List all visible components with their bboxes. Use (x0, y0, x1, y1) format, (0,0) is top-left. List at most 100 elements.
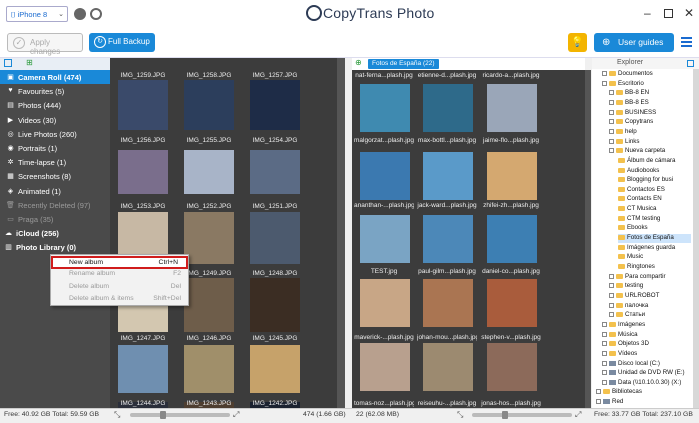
device-select[interactable]: ⌷ iPhone 8 ⌄ (6, 6, 68, 22)
explorer-tree-item[interactable]: Bibliotecas (596, 388, 691, 397)
photo-thumbnail[interactable] (487, 152, 537, 200)
explorer-tree-item[interactable]: testing (609, 282, 691, 291)
sidebar-item[interactable]: ▭ Praga (35) (0, 212, 110, 226)
apply-changes-button[interactable]: ✓ Apply changes (7, 33, 83, 56)
photo-thumbnail[interactable] (360, 152, 410, 200)
collapse-explorer-icon[interactable] (687, 60, 694, 67)
explorer-tree-item[interactable]: Para compartir (609, 273, 691, 282)
photo-thumbnail[interactable] (360, 84, 410, 132)
sidebar-item[interactable]: ◉ Portraits (1) (0, 141, 110, 155)
expand-toggle-icon[interactable] (609, 273, 614, 279)
tips-button[interactable]: 💡 (568, 33, 587, 52)
explorer-tree-item[interactable]: help (609, 128, 691, 137)
explorer-tree-item[interactable]: Música (602, 331, 691, 340)
sidebar-item[interactable]: ▣ Camera Roll (474) (0, 70, 110, 84)
explorer-tree-item[interactable]: Red (596, 398, 691, 407)
expand-toggle-icon[interactable] (609, 109, 614, 115)
photo-thumbnail[interactable] (423, 84, 473, 132)
explorer-tree-item[interactable]: Contacts EN (618, 195, 691, 204)
explorer-tree-item[interactable]: Nueva carpeta (609, 147, 691, 156)
photo-thumbnail[interactable] (250, 80, 300, 130)
explorer-tree-item[interactable]: Ringtones (618, 263, 691, 272)
album-grid-scrollbar[interactable] (585, 70, 591, 408)
expand-toggle-icon[interactable] (609, 292, 614, 298)
expand-toggle-icon[interactable] (602, 80, 607, 86)
photo-thumbnail[interactable] (487, 84, 537, 132)
explorer-tree-item[interactable]: Documentos (602, 70, 691, 79)
explorer-tree-item[interactable]: Imágenes (602, 321, 691, 330)
photo-thumbnail[interactable] (250, 278, 300, 332)
explorer-tree-item[interactable]: Data (\\10.10.0.30) (X:) (602, 379, 691, 388)
sidebar-item[interactable]: ▶ Videos (30) (0, 113, 110, 127)
explorer-tree-item[interactable]: BB-8 EN (609, 89, 691, 98)
album-thumbnail-slider[interactable] (472, 411, 572, 419)
expand-toggle-icon[interactable] (609, 119, 614, 125)
close-button[interactable]: ✕ (684, 6, 694, 20)
explorer-tree-item[interactable]: Статьи (609, 311, 691, 320)
sidebar-item[interactable]: ▤ Photos (444) (0, 98, 110, 112)
add-photo-icon[interactable]: ⊕ (355, 58, 362, 67)
explorer-tree-item[interactable]: Escritorio (602, 80, 691, 89)
photo-thumbnail[interactable] (423, 343, 473, 391)
zoom-out-icon[interactable]: ⤡ (114, 410, 120, 420)
explorer-tree-item[interactable]: палочка (609, 302, 691, 311)
photo-thumbnail[interactable] (487, 279, 537, 327)
photo-thumbnail[interactable] (360, 343, 410, 391)
photo-thumbnail[interactable] (184, 80, 234, 130)
photo-thumbnail[interactable] (184, 212, 234, 264)
album-zoom-out-icon[interactable]: ⤡ (457, 410, 463, 420)
full-backup-button[interactable]: ↻ Full Backup (89, 33, 155, 52)
explorer-tree-item[interactable]: CT Musica (618, 205, 691, 214)
photo-thumbnail[interactable] (250, 345, 300, 393)
explorer-scrollbar[interactable] (693, 69, 699, 408)
sidebar-item[interactable]: ☁ iCloud (256) (0, 226, 110, 240)
expand-toggle-icon[interactable] (609, 99, 614, 105)
expand-toggle-icon[interactable] (602, 379, 607, 385)
expand-toggle-icon[interactable] (609, 90, 614, 96)
photo-grid-scrollbar[interactable] (337, 58, 345, 408)
photo-thumbnail[interactable] (423, 152, 473, 200)
expand-toggle-icon[interactable] (609, 312, 614, 318)
expand-toggle-icon[interactable] (609, 138, 614, 144)
hamburger-menu-icon[interactable] (681, 37, 692, 47)
explorer-tree-item[interactable]: Imágenes guarda (618, 244, 691, 253)
expand-toggle-icon[interactable] (609, 148, 614, 154)
photo-thumbnail[interactable] (250, 150, 300, 194)
add-album-icon[interactable]: ⊞ (26, 58, 33, 67)
photo-thumbnail[interactable] (250, 212, 300, 264)
photo-thumbnail[interactable] (118, 345, 168, 393)
sidebar-item[interactable]: ▥ Photo Library (0) (0, 240, 110, 254)
refresh-icon[interactable] (90, 8, 102, 20)
context-menu-item[interactable]: Delete album & items Shift+Del (51, 293, 188, 305)
photo-thumbnail[interactable] (487, 215, 537, 263)
explorer-tree-item[interactable]: Unidad de DVD RW (E:) (602, 369, 691, 378)
explorer-tree-item[interactable]: URLROBOT (609, 292, 691, 301)
sidebar-item[interactable]: ✲ Time-lapse (1) (0, 155, 110, 169)
sidebar-item[interactable]: ◈ Animated (1) (0, 184, 110, 198)
user-guides-button[interactable]: ⊕ User guides (594, 33, 674, 52)
explorer-tree-item[interactable]: CTM testing (618, 215, 691, 224)
photo-thumbnail[interactable] (423, 279, 473, 327)
explorer-tree-item[interactable]: Fotos de España (618, 234, 691, 244)
explorer-tree-item[interactable]: Objetos 3D (602, 340, 691, 349)
zoom-in-icon[interactable]: ⤢ (233, 410, 239, 420)
minimize-button[interactable]: – (644, 6, 651, 20)
sidebar-item[interactable]: ◎ Live Photos (260) (0, 127, 110, 141)
photo-thumbnail[interactable] (184, 150, 234, 194)
expand-toggle-icon[interactable] (602, 341, 607, 347)
explorer-tree-item[interactable]: BB-8 ES (609, 99, 691, 108)
thumbnail-size-slider[interactable] (130, 411, 230, 419)
explorer-tree-item[interactable]: Ebooks (618, 224, 691, 233)
account-icon[interactable] (74, 8, 86, 20)
photo-thumbnail[interactable] (487, 343, 537, 391)
context-menu-item[interactable]: Delete album Del (51, 281, 188, 293)
expand-toggle-icon[interactable] (596, 389, 601, 395)
photo-thumbnail[interactable] (360, 279, 410, 327)
explorer-tree-item[interactable]: BUSINESS (609, 109, 691, 118)
explorer-tree-item[interactable]: Links (609, 138, 691, 147)
sidebar-item[interactable]: ♥ Favourites (5) (0, 84, 110, 98)
context-menu-item[interactable]: Rename album F2 (51, 268, 188, 280)
photo-thumbnail[interactable] (184, 345, 234, 393)
photo-thumbnail[interactable] (423, 215, 473, 263)
explorer-tree-item[interactable]: Music (618, 253, 691, 262)
